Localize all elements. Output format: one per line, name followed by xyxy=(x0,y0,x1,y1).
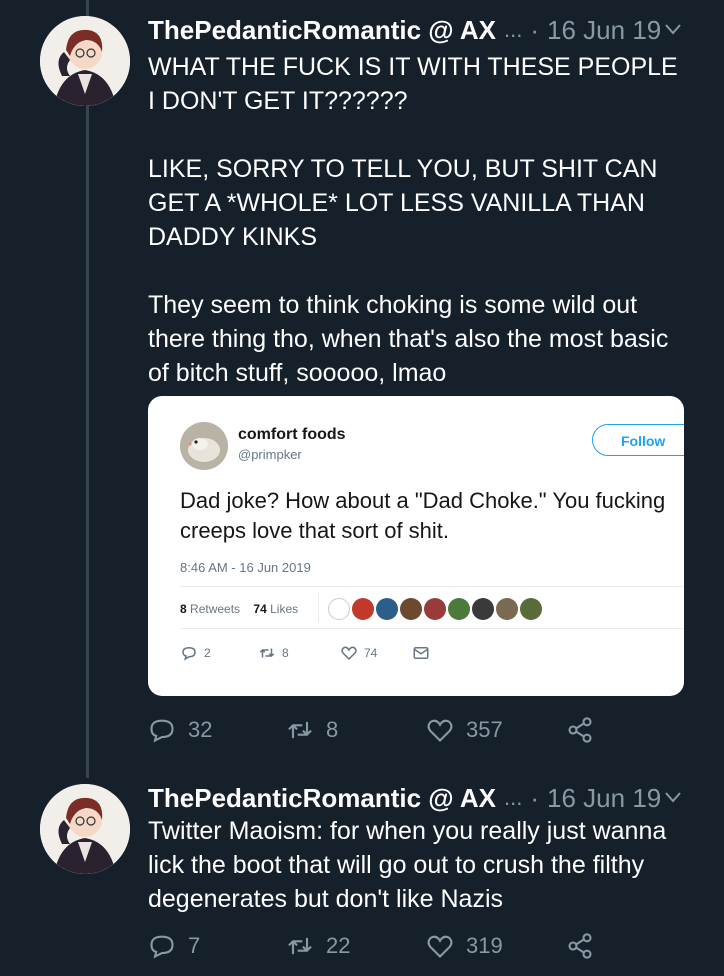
likes-count[interactable]: 74 xyxy=(253,602,266,616)
chevron-down-icon[interactable] xyxy=(664,790,682,804)
tweet-paragraph: WHAT THE FUCK IS IT WITH THESE PEOPLE I … xyxy=(148,53,678,115)
name-ellipsis: ... xyxy=(504,785,523,810)
share-button[interactable] xyxy=(566,926,594,966)
likes-label[interactable]: Likes xyxy=(270,602,298,616)
avatar[interactable] xyxy=(40,16,130,106)
liker-avatar[interactable] xyxy=(448,598,470,620)
reply-icon xyxy=(150,935,174,959)
tweet[interactable]: ThePedanticRomantic @ AX ... · 16 Jun 19… xyxy=(0,778,724,976)
tweet-header: ThePedanticRomantic @ AX ... · 16 Jun 19 xyxy=(148,778,661,818)
tweet-header: ThePedanticRomantic @ AX ... · 16 Jun 19 xyxy=(148,10,661,50)
embedded-reply-count: 2 xyxy=(204,646,211,660)
liker-avatar[interactable] xyxy=(376,598,398,620)
tweet-actions: 7 22 319 xyxy=(148,926,618,966)
embedded-handle[interactable]: @primpker xyxy=(238,447,302,462)
embedded-retweet-count: 8 xyxy=(282,646,289,660)
tweet-actions: 32 8 357 xyxy=(148,710,618,750)
share-icon xyxy=(568,717,592,743)
embedded-retweet-button[interactable]: 8 xyxy=(258,644,289,662)
reply-icon xyxy=(150,719,174,743)
share-button[interactable] xyxy=(566,710,594,750)
liker-avatar[interactable] xyxy=(472,598,494,620)
like-button[interactable]: 319 xyxy=(426,926,503,966)
retweet-count: 8 xyxy=(326,717,339,742)
retweets-count[interactable]: 8 xyxy=(180,602,187,616)
share-icon xyxy=(568,933,592,959)
retweet-icon xyxy=(288,937,312,955)
divider xyxy=(180,586,684,587)
retweet-count: 22 xyxy=(326,933,351,958)
follow-button[interactable]: Follow xyxy=(592,424,684,456)
like-icon xyxy=(427,719,453,742)
reply-button[interactable]: 32 xyxy=(148,710,212,750)
avatar[interactable] xyxy=(40,784,130,874)
tweet-text: WHAT THE FUCK IS IT WITH THESE PEOPLE I … xyxy=(148,50,688,390)
liker-avatar[interactable] xyxy=(496,598,518,620)
separator: · xyxy=(530,782,540,813)
embedded-tweet-card[interactable]: comfort foods @primpker Follow Dad joke?… xyxy=(148,396,684,696)
reply-count: 7 xyxy=(188,933,201,958)
divider xyxy=(318,592,319,622)
tweet-paragraph: LIKE, SORRY TO TELL YOU, BUT SHIT CAN GE… xyxy=(148,155,658,251)
tweet[interactable]: ThePedanticRomantic @ AX ... · 16 Jun 19… xyxy=(0,10,724,750)
like-count: 319 xyxy=(466,933,503,958)
retweet-button[interactable]: 8 xyxy=(286,710,338,750)
embedded-avatar[interactable] xyxy=(180,422,228,470)
embedded-timestamp[interactable]: 8:46 AM - 16 Jun 2019 xyxy=(180,560,311,575)
separator: · xyxy=(530,14,540,45)
retweet-button[interactable]: 22 xyxy=(286,926,350,966)
embedded-message-button[interactable] xyxy=(412,644,430,662)
embedded-name[interactable]: comfort foods xyxy=(238,426,346,444)
embedded-text: Dad joke? How about a "Dad Choke." You f… xyxy=(180,488,666,543)
divider xyxy=(180,628,684,629)
liker-avatar[interactable] xyxy=(424,598,446,620)
embedded-reply-button[interactable]: 2 xyxy=(180,644,211,662)
like-button[interactable]: 357 xyxy=(426,710,503,750)
name-ellipsis: ... xyxy=(504,17,523,42)
like-icon xyxy=(341,646,357,661)
embedded-like-button[interactable]: 74 xyxy=(340,644,377,662)
tweet-date[interactable]: 16 Jun 19 xyxy=(547,15,661,46)
liker-avatar[interactable] xyxy=(328,598,350,620)
retweet-icon xyxy=(259,648,275,658)
reply-icon xyxy=(182,646,196,661)
embedded-actions: 2 8 74 xyxy=(180,644,480,664)
tweet-date[interactable]: 16 Jun 19 xyxy=(547,783,661,814)
tweet-paragraph: They seem to think choking is some wild … xyxy=(148,291,669,387)
retweets-label[interactable]: Retweets xyxy=(190,602,240,616)
display-name[interactable]: ThePedanticRomantic @ AX xyxy=(148,15,496,46)
display-name[interactable]: ThePedanticRomantic @ AX xyxy=(148,783,496,814)
like-count: 357 xyxy=(466,717,503,742)
like-icon xyxy=(427,935,453,958)
embedded-stats: 8 Retweets 74 Likes xyxy=(180,602,298,616)
chevron-down-icon[interactable] xyxy=(664,22,682,36)
reply-button[interactable]: 7 xyxy=(148,926,200,966)
tweet-text: Twitter Maoism: for when you really just… xyxy=(148,814,688,916)
liker-avatar[interactable] xyxy=(400,598,422,620)
liker-avatar[interactable] xyxy=(520,598,542,620)
embedded-like-count: 74 xyxy=(364,646,378,660)
tweet-paragraph: Twitter Maoism: for when you really just… xyxy=(148,817,667,913)
liker-avatars xyxy=(328,598,542,620)
reply-count: 32 xyxy=(188,717,213,742)
liker-avatar[interactable] xyxy=(352,598,374,620)
retweet-icon xyxy=(288,721,312,739)
mail-icon xyxy=(413,647,429,659)
